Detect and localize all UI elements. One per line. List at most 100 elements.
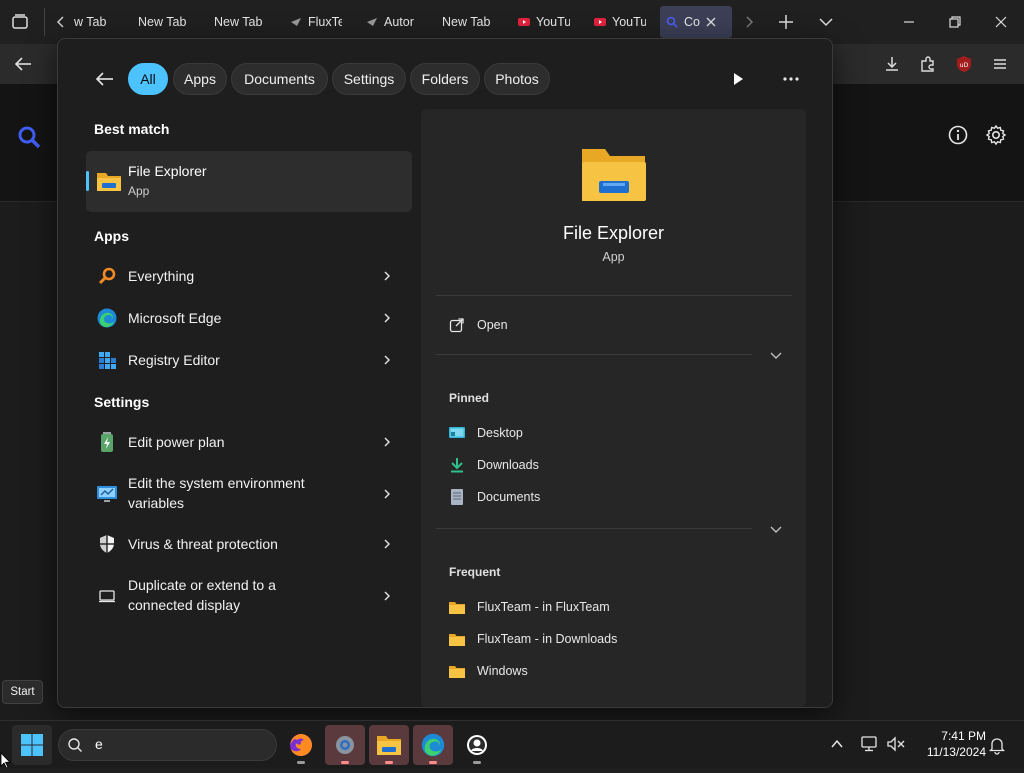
taskbar-file-explorer[interactable] (369, 725, 409, 765)
ublock-origin-icon[interactable]: uD (955, 55, 973, 73)
close-window-icon[interactable] (989, 10, 1013, 34)
downloads-icon[interactable] (882, 54, 902, 74)
settings-gear-icon[interactable] (985, 124, 1007, 146)
filter-apps[interactable]: Apps (173, 63, 227, 95)
filter-all[interactable]: All (128, 63, 168, 95)
tab-label: Autor (384, 15, 414, 29)
desktop-icon (449, 425, 465, 441)
browser-tab[interactable]: New Tab (442, 6, 502, 38)
expand-chevron-down-icon[interactable] (769, 523, 783, 535)
browser-tab[interactable]: Autor (366, 6, 418, 38)
best-match-subtitle: App (128, 184, 150, 198)
app-result-everything[interactable]: Everything (86, 263, 412, 289)
tab-list-chevron-down-icon[interactable] (816, 12, 836, 32)
app-result-microsoft-edge[interactable]: Microsoft Edge (86, 305, 412, 331)
browser-tab[interactable]: New Tab (138, 6, 198, 38)
filter-photos[interactable]: Photos (484, 63, 550, 95)
browser-tab[interactable]: w Tab (74, 6, 130, 38)
tab-label: YouTu (612, 15, 646, 29)
firefox-icon (290, 734, 312, 756)
document-icon (449, 489, 465, 505)
taskbar-edge[interactable] (413, 725, 453, 765)
settings-gear-icon (336, 736, 354, 754)
chevron-right-icon[interactable] (382, 313, 392, 323)
back-arrow-icon[interactable] (12, 54, 34, 74)
clock[interactable]: 7:41 PM 11/13/2024 (912, 728, 986, 762)
chevron-right-icon[interactable] (382, 355, 392, 365)
pinned-item-documents[interactable]: Documents (449, 489, 540, 505)
frequent-item[interactable]: Windows (449, 663, 528, 679)
pinned-label: Desktop (477, 426, 523, 440)
taskbar-app-spy-icon[interactable] (457, 725, 497, 765)
browser-tab[interactable]: YouTu (518, 6, 570, 38)
setting-label-line2: variables (128, 495, 185, 511)
pinned-item-downloads[interactable]: Downloads (449, 457, 539, 473)
extensions-puzzle-icon[interactable] (918, 54, 938, 74)
running-indicator (385, 761, 393, 764)
more-options-icon[interactable] (780, 69, 802, 89)
search-icon[interactable] (16, 124, 42, 150)
info-icon[interactable] (947, 124, 969, 146)
taskbar-settings-app[interactable] (325, 725, 365, 765)
browser-tab-active[interactable]: Co (660, 6, 732, 38)
start-button[interactable] (12, 725, 52, 765)
new-tab-plus-icon[interactable] (776, 12, 796, 32)
frequent-item[interactable]: FluxTeam - in Downloads (449, 631, 617, 647)
system-monitor-icon (96, 483, 118, 505)
minimize-window-icon[interactable] (897, 10, 921, 34)
windows-search-flyout: All Apps Documents Settings Folders Phot… (57, 38, 833, 708)
settings-heading: Settings (94, 394, 150, 410)
chevron-right-icon[interactable] (382, 437, 392, 447)
chevron-right-icon[interactable] (382, 591, 392, 601)
fluxteam-favicon-icon (290, 16, 302, 28)
start-tooltip: Start (2, 680, 43, 704)
frequent-item[interactable]: FluxTeam - in FluxTeam (449, 599, 610, 615)
best-match-heading: Best match (94, 121, 170, 137)
tabs-scroll-left-icon[interactable] (54, 14, 68, 30)
setting-result-environment-variables[interactable]: Edit the system environment variables (86, 473, 412, 515)
tab-overview-icon[interactable] (10, 12, 30, 32)
filter-settings[interactable]: Settings (332, 63, 406, 95)
best-match-file-explorer[interactable]: File Explorer App (86, 151, 412, 212)
restore-window-icon[interactable] (943, 10, 967, 34)
chevron-right-icon[interactable] (382, 489, 392, 499)
windows-logo-icon (21, 734, 43, 756)
tab-label: New Tab (442, 15, 491, 29)
running-indicator (297, 761, 305, 764)
svg-text:uD: uD (960, 62, 969, 69)
taskbar-search-box[interactable]: e (58, 729, 277, 761)
shield-icon (96, 533, 118, 555)
expand-chevron-down-icon[interactable] (769, 349, 783, 361)
tab-label: w Tab (74, 15, 107, 29)
setting-result-virus-threat-protection[interactable]: Virus & threat protection (86, 531, 412, 557)
open-label: Open (477, 318, 508, 332)
browser-tab[interactable]: New Tab (214, 6, 274, 38)
setting-result-edit-power-plan[interactable]: Edit power plan (86, 429, 412, 455)
setting-result-duplicate-extend-display[interactable]: Duplicate or extend to a connected displ… (86, 575, 412, 617)
tabs-scroll-right-icon[interactable] (742, 14, 756, 30)
battery-icon (96, 431, 118, 453)
app-result-registry-editor[interactable]: Registry Editor (86, 347, 412, 373)
search-back-arrow-icon[interactable] (94, 69, 116, 89)
chevron-right-icon[interactable] (382, 539, 392, 549)
app-label: Microsoft Edge (128, 310, 222, 326)
download-arrow-icon (449, 457, 465, 473)
frequent-label: FluxTeam - in Downloads (477, 632, 618, 646)
taskbar-firefox[interactable] (281, 725, 321, 765)
show-hidden-icons-chevron-up-icon[interactable] (829, 737, 845, 751)
open-action[interactable]: Open (449, 315, 749, 335)
network-icon[interactable] (860, 735, 880, 753)
close-tab-icon[interactable] (706, 17, 716, 27)
apps-heading: Apps (94, 228, 129, 244)
pinned-item-desktop[interactable]: Desktop (449, 425, 523, 441)
notifications-bell-icon[interactable] (987, 735, 1007, 755)
filter-documents[interactable]: Documents (231, 63, 328, 95)
chevron-right-icon[interactable] (382, 271, 392, 281)
browser-tab[interactable]: FluxTe (290, 6, 342, 38)
play-icon[interactable] (728, 69, 748, 89)
menu-hamburger-icon[interactable] (990, 54, 1010, 74)
browser-tab[interactable]: YouTu (594, 6, 646, 38)
volume-muted-icon[interactable] (886, 735, 906, 753)
filter-folders[interactable]: Folders (410, 63, 480, 95)
open-external-icon (449, 317, 465, 333)
